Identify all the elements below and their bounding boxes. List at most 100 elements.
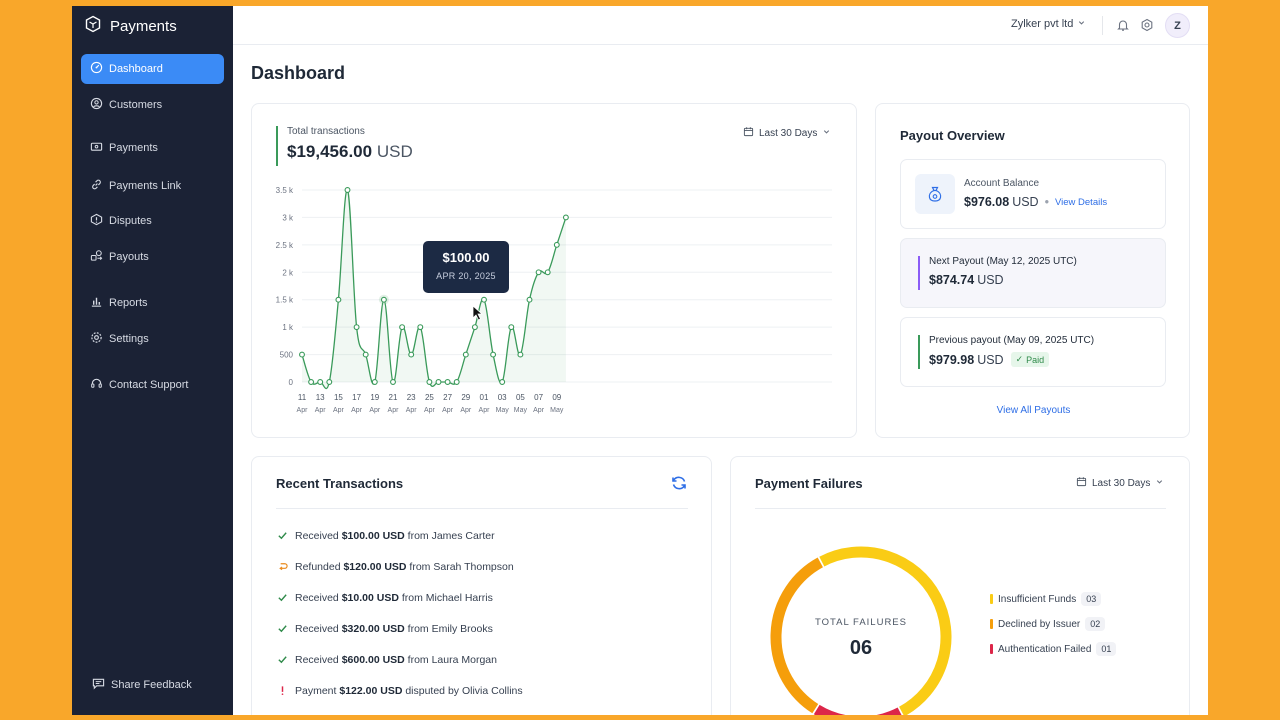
data-point xyxy=(517,351,524,358)
legend-count: 02 xyxy=(1085,617,1106,631)
sidebar-item-customers[interactable]: Customers xyxy=(81,90,224,120)
y-tick-label: 500 xyxy=(280,351,294,360)
view-all-payouts-link[interactable]: View All Payouts xyxy=(876,405,1191,416)
transaction-text: Received $600.00 USD from Laura Morgan xyxy=(295,654,497,666)
sidebar-item-label: Settings xyxy=(109,333,149,345)
x-tick-month: May xyxy=(550,407,564,414)
next-payout-label-row: Next Payout (May 12, 2025 UTC) xyxy=(929,256,1077,267)
x-tick-day: 13 xyxy=(316,393,325,402)
legend-swatch xyxy=(990,619,993,629)
transaction-party: from James Carter xyxy=(404,529,495,542)
previous-payout-box: Previous payout (May 09, 2025 UTC) $979.… xyxy=(900,317,1166,387)
legend-count: 03 xyxy=(1081,592,1102,606)
x-tick-day: 21 xyxy=(389,393,398,402)
x-tick-month: Apr xyxy=(315,407,327,414)
tooltip-value: $100.00 xyxy=(442,250,490,265)
x-tick-month: Apr xyxy=(460,407,472,414)
list-item[interactable]: Received $320.00 USD from Emily Brooks xyxy=(276,622,493,635)
sidebar-item-payouts[interactable]: Payouts xyxy=(81,242,224,272)
money-bag-icon xyxy=(915,174,955,214)
data-point xyxy=(408,351,415,358)
gear-icon[interactable] xyxy=(1140,18,1154,32)
transaction-verb: Received xyxy=(295,653,342,666)
legend-swatch xyxy=(990,594,993,604)
sidebar-item-label: Dashboard xyxy=(109,63,163,75)
transaction-verb: Refunded xyxy=(295,560,344,573)
transaction-verb: Payment xyxy=(295,684,340,697)
sidebar-item-label: Disputes xyxy=(109,215,152,227)
list-item[interactable]: Received $600.00 USD from Laura Morgan xyxy=(276,653,497,666)
disputes-icon xyxy=(90,213,103,229)
share-feedback-button[interactable]: Share Feedback xyxy=(92,677,192,693)
avatar[interactable]: Z xyxy=(1165,13,1190,38)
list-item[interactable]: Received $100.00 USD from James Carter xyxy=(276,529,495,542)
top-bar: Zylker pvt ltd Z xyxy=(233,6,1208,45)
x-tick-month: Apr xyxy=(406,407,418,414)
app-window: Payments Dashboard Customers Payments Pa… xyxy=(72,6,1208,715)
data-point xyxy=(335,296,342,303)
sidebar-item-reports[interactable]: Reports xyxy=(81,288,224,318)
sidebar-item-payments-link[interactable]: Payments Link xyxy=(81,171,224,201)
check-icon xyxy=(276,622,289,635)
transaction-party: from Laura Morgan xyxy=(404,653,497,666)
sidebar-item-contact-support[interactable]: Contact Support xyxy=(81,370,224,400)
x-tick-month: Apr xyxy=(351,407,363,414)
x-tick-day: 27 xyxy=(443,393,452,402)
data-point xyxy=(362,351,369,358)
sidebar-item-dashboard[interactable]: Dashboard xyxy=(81,54,224,84)
org-switcher[interactable]: Zylker pvt ltd xyxy=(1011,18,1086,30)
status-badge: ✓ Paid xyxy=(1010,352,1050,367)
x-tick-month: Apr xyxy=(369,407,381,414)
dashboard-icon xyxy=(90,61,103,77)
balance-details: Account Balance $976.08 USD • View Detai… xyxy=(964,178,1107,209)
sidebar-item-payments[interactable]: Payments xyxy=(81,133,224,163)
next-payout-box: Next Payout (May 12, 2025 UTC) $874.74 U… xyxy=(900,238,1166,308)
transaction-party: from Michael Harris xyxy=(398,591,493,604)
legend-label: Authentication Failed xyxy=(998,643,1092,655)
check-icon xyxy=(276,653,289,666)
status-label: Paid xyxy=(1026,354,1045,365)
data-point xyxy=(308,379,315,385)
view-details-link[interactable]: View Details xyxy=(1055,197,1107,208)
next-payout-date: (May 12, 2025 UTC) xyxy=(986,256,1077,267)
sidebar-item-label: Payments xyxy=(109,142,158,154)
donut-segment xyxy=(813,704,902,715)
x-tick-day: 29 xyxy=(461,393,470,402)
list-item[interactable]: Received $10.00 USD from Michael Harris xyxy=(276,591,493,604)
x-tick-day: 25 xyxy=(425,393,434,402)
next-payout-currency: USD xyxy=(977,273,1004,287)
data-point xyxy=(462,351,469,358)
sidebar-item-settings[interactable]: Settings xyxy=(81,324,224,354)
sidebar: Payments Dashboard Customers Payments Pa… xyxy=(72,6,233,715)
x-tick-day: 11 xyxy=(298,393,307,402)
transaction-verb: Received xyxy=(295,622,342,635)
transaction-amount: $10.00 USD xyxy=(341,591,399,604)
previous-payout-amount-row: $979.98 USD ✓ Paid xyxy=(929,352,1094,367)
link-icon xyxy=(90,178,103,194)
list-item[interactable]: Refunded $120.00 USD from Sarah Thompson xyxy=(276,560,514,573)
x-tick-month: Apr xyxy=(297,407,309,414)
data-point xyxy=(417,324,424,331)
balance-amount: $976.08 xyxy=(964,195,1010,209)
transaction-amount: $320.00 USD xyxy=(341,622,405,635)
total-failures-label: TOTAL FAILURES xyxy=(815,617,907,628)
transaction-verb: Received xyxy=(295,591,342,604)
transaction-text: Refunded $120.00 USD from Sarah Thompson xyxy=(295,561,514,573)
x-tick-month: Apr xyxy=(333,407,345,414)
refresh-icon[interactable] xyxy=(670,474,688,492)
payment-failures-card: Payment Failures Last 30 Days TOTAL FAIL… xyxy=(730,456,1190,715)
mouse-cursor-icon xyxy=(472,305,484,321)
payouts-icon xyxy=(90,249,103,265)
data-point xyxy=(526,296,533,303)
legend-label: Declined by Issuer xyxy=(998,618,1081,630)
sidebar-item-disputes[interactable]: Disputes xyxy=(81,206,224,236)
balance-currency: USD xyxy=(1012,195,1039,209)
x-tick-day: 09 xyxy=(552,393,561,402)
brand[interactable]: Payments xyxy=(84,15,177,37)
bell-icon[interactable] xyxy=(1116,18,1130,32)
list-item[interactable]: Payment $122.00 USD disputed by Olivia C… xyxy=(276,684,523,697)
transaction-party: from Emily Brooks xyxy=(404,622,493,635)
x-tick-day: 19 xyxy=(370,393,379,402)
org-name: Zylker pvt ltd xyxy=(1011,18,1074,30)
transaction-amount: $120.00 USD xyxy=(343,560,407,573)
